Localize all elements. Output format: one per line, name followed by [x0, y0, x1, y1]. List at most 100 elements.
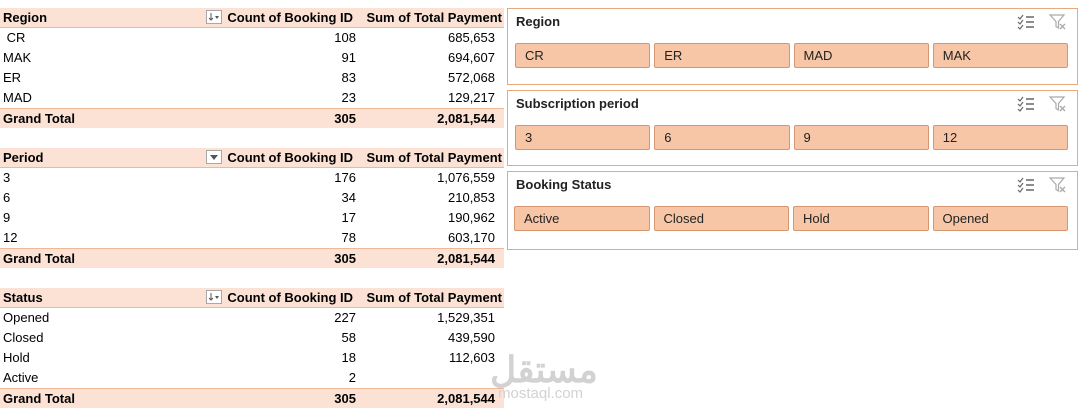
grand-total-sum: 2,081,544	[437, 391, 495, 406]
slicer-title: Subscription period	[516, 96, 639, 111]
header-sum-payment: Sum of Total Payment	[366, 290, 502, 305]
slicer-item-6[interactable]: 6	[654, 125, 790, 150]
row-sum: 190,962	[448, 210, 495, 225]
table-row[interactable]: 9 17 190,962	[0, 208, 504, 228]
row-label: Active	[3, 370, 39, 385]
row-sum: 210,853	[448, 190, 495, 205]
pivot-header-row: Region Count of Booking ID Sum of Total …	[0, 8, 504, 28]
grand-total-label: Grand Total	[3, 111, 75, 126]
sort-filter-dropdown-icon[interactable]	[206, 10, 222, 24]
row-count: 18	[341, 350, 356, 365]
table-row[interactable]: Opened 227 1,529,351	[0, 308, 504, 328]
grand-total-sum: 2,081,544	[437, 111, 495, 126]
row-sum: 112,603	[448, 350, 495, 365]
row-label: 6	[3, 190, 11, 205]
slicer-item-opened[interactable]: Opened	[932, 206, 1068, 231]
header-count-booking: Count of Booking ID	[227, 10, 353, 25]
multi-select-icon[interactable]	[1017, 95, 1035, 113]
header-status: Status	[3, 290, 43, 305]
filter-dropdown-icon[interactable]	[206, 150, 222, 164]
clear-filter-icon[interactable]	[1049, 95, 1067, 113]
slicer-title: Region	[516, 14, 561, 29]
slicer-subscription-period: Subscription period 3 6 9 12	[507, 90, 1078, 166]
slicer-item-cr[interactable]: CR	[515, 43, 651, 68]
row-sum: 572,068	[448, 70, 495, 85]
table-row[interactable]: Active 2	[0, 368, 504, 388]
row-label: Opened	[3, 310, 50, 325]
header-count-booking: Count of Booking ID	[227, 290, 353, 305]
row-label: MAK	[3, 50, 32, 65]
row-count: 176	[334, 170, 356, 185]
multi-select-icon[interactable]	[1017, 13, 1035, 31]
grand-total-label: Grand Total	[3, 391, 75, 406]
table-row[interactable]: 6 34 210,853	[0, 188, 504, 208]
sort-filter-dropdown-icon[interactable]	[206, 290, 222, 304]
table-row[interactable]: 12 78 603,170	[0, 228, 504, 248]
row-label: CR	[3, 30, 26, 45]
grand-total-row[interactable]: Grand Total 305 2,081,544	[0, 108, 504, 128]
header-count-booking: Count of Booking ID	[227, 150, 353, 165]
row-sum: 685,653	[448, 30, 495, 45]
table-row[interactable]: ER 83 572,068	[0, 68, 504, 88]
row-label: 3	[3, 170, 11, 185]
row-label: 12	[3, 230, 18, 245]
row-label: Hold	[3, 350, 30, 365]
header-period: Period	[3, 150, 44, 165]
row-count: 108	[334, 30, 356, 45]
grand-total-count: 305	[334, 111, 356, 126]
row-count: 227	[334, 310, 356, 325]
pivot-table-period: Period Count of Booking ID Sum of Total …	[0, 148, 504, 268]
slicer-booking-status: Booking Status Active Closed Hold Opened	[507, 171, 1078, 250]
watermark-logo: مستقل mostaql.com	[490, 352, 598, 402]
grand-total-count: 305	[334, 391, 356, 406]
grand-total-row[interactable]: Grand Total 305 2,081,544	[0, 388, 504, 408]
header-sum-payment: Sum of Total Payment	[366, 10, 502, 25]
slicer-item-12[interactable]: 12	[932, 125, 1068, 150]
row-sum: 129,217	[448, 90, 495, 105]
slicer-item-9[interactable]: 9	[793, 125, 929, 150]
slicer-item-mak[interactable]: MAK	[932, 43, 1068, 68]
row-label: Closed	[3, 330, 44, 345]
slicer-item-3[interactable]: 3	[515, 125, 651, 150]
grand-total-count: 305	[334, 251, 356, 266]
row-sum: 694,607	[448, 50, 495, 65]
row-count: 83	[341, 70, 356, 85]
row-count: 23	[341, 90, 356, 105]
row-count: 91	[341, 50, 356, 65]
row-sum: 603,170	[448, 230, 495, 245]
row-count: 17	[341, 210, 356, 225]
header-region: Region	[3, 10, 48, 25]
header-sum-payment: Sum of Total Payment	[366, 150, 502, 165]
row-label: 9	[3, 210, 11, 225]
slicer-item-closed[interactable]: Closed	[653, 206, 789, 231]
slicer-item-er[interactable]: ER	[654, 43, 790, 68]
slicer-region: Region CR ER MAD MAK	[507, 8, 1078, 85]
row-sum: 1,076,559	[437, 170, 495, 185]
table-row[interactable]: 3 176 1,076,559	[0, 168, 504, 188]
row-label: ER	[3, 70, 22, 85]
row-count: 58	[341, 330, 356, 345]
row-count: 2	[348, 370, 356, 385]
pivot-table-status: Status Count of Booking ID Sum of Total …	[0, 288, 504, 408]
multi-select-icon[interactable]	[1017, 176, 1035, 194]
table-row[interactable]: MAD 23 129,217	[0, 88, 504, 108]
clear-filter-icon[interactable]	[1049, 13, 1067, 31]
grand-total-label: Grand Total	[3, 251, 75, 266]
pivot-table-region: Region Count of Booking ID Sum of Total …	[0, 8, 504, 128]
slicer-item-mad[interactable]: MAD	[793, 43, 929, 68]
table-row[interactable]: CR 108 685,653	[0, 28, 504, 48]
grand-total-sum: 2,081,544	[437, 251, 495, 266]
row-label: MAD	[3, 90, 32, 105]
watermark-latin: mostaql.com	[498, 385, 584, 402]
clear-filter-icon[interactable]	[1049, 176, 1067, 194]
table-row[interactable]: Closed 58 439,590	[0, 328, 504, 348]
pivot-header-row: Status Count of Booking ID Sum of Total …	[0, 288, 504, 308]
watermark-arabic: مستقل	[490, 349, 598, 390]
grand-total-row[interactable]: Grand Total 305 2,081,544	[0, 248, 504, 268]
row-sum: 1,529,351	[437, 310, 495, 325]
table-row[interactable]: MAK 91 694,607	[0, 48, 504, 68]
table-row[interactable]: Hold 18 112,603	[0, 348, 504, 368]
slicer-item-active[interactable]: Active	[514, 206, 650, 231]
slicer-item-hold[interactable]: Hold	[793, 206, 929, 231]
row-count: 34	[341, 190, 356, 205]
